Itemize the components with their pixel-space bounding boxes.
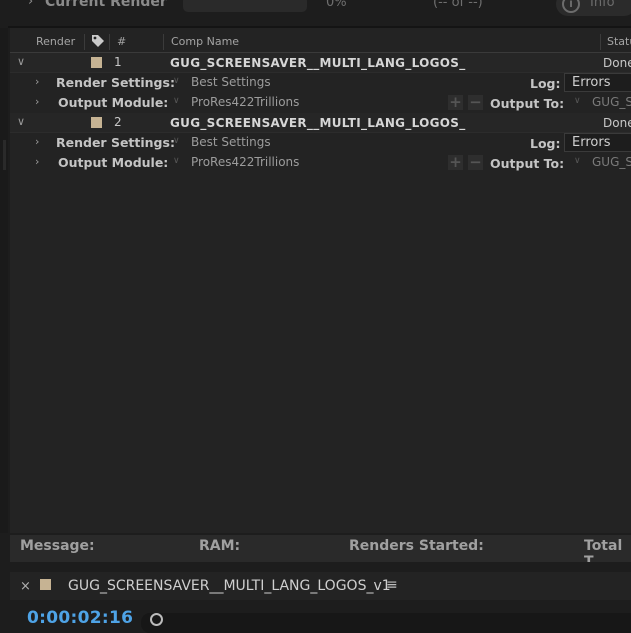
info-label: Info	[590, 0, 615, 10]
render-settings-label: Render Settings:	[56, 135, 175, 150]
expand-output-module-icon[interactable]: ›	[35, 155, 39, 168]
render-settings-value[interactable]: Best Settings	[191, 135, 271, 149]
render-settings-label: Render Settings:	[56, 75, 175, 90]
column-separator	[600, 34, 601, 50]
panel-menu-icon[interactable]: ≡	[386, 577, 398, 593]
render-of-count: (-- of --)	[433, 0, 483, 10]
search-icon	[150, 613, 163, 626]
column-separator	[163, 34, 164, 50]
comp-name[interactable]: GUG_SCREENSAVER__MULTI_LANG_LOGOS_	[170, 56, 466, 70]
render-progress-bar	[183, 0, 307, 12]
chevron-down-icon[interactable]: ∨	[574, 96, 581, 106]
column-separator	[84, 34, 85, 50]
timeline-search-input[interactable]	[141, 613, 631, 633]
log-label: Log:	[530, 136, 561, 151]
remove-output-module-button[interactable]: −	[468, 155, 483, 170]
column-number[interactable]: #	[117, 35, 126, 48]
output-to-path[interactable]: GUG_S	[592, 95, 631, 109]
queue-item[interactable]: ∨ 2 GUG_SCREENSAVER__MULTI_LANG_LOGOS_ D…	[10, 113, 631, 133]
output-module-label: Output Module:	[58, 155, 169, 170]
log-select[interactable]: Errors Only	[564, 133, 631, 167]
current-render-label: Current Render	[45, 0, 167, 10]
item-number: 2	[114, 115, 122, 129]
collapse-item-icon[interactable]: ∨	[17, 115, 25, 128]
timeline-tab-title[interactable]: GUG_SCREENSAVER__MULTI_LANG_LOGOS_v1	[68, 578, 391, 594]
render-settings-row: › Render Settings: ∨ Best Settings Log: …	[10, 133, 631, 167]
current-render-bar: › Current Render 0% (-- of --) i Info	[0, 0, 631, 26]
comp-name[interactable]: GUG_SCREENSAVER__MULTI_LANG_LOGOS_	[170, 116, 466, 130]
item-number: 1	[114, 55, 122, 69]
message-bar	[10, 535, 631, 562]
item-status: Done	[603, 116, 631, 130]
chevron-down-icon[interactable]: ∨	[574, 156, 581, 166]
queue-item[interactable]: ∨ 1 GUG_SCREENSAVER__MULTI_LANG_LOGOS_ D…	[10, 53, 631, 73]
render-settings-value[interactable]: Best Settings	[191, 75, 271, 89]
output-module-row: › Output Module: ∨ ProRes422Trillions + …	[10, 153, 631, 173]
ram-label: RAM:	[199, 538, 241, 554]
column-separator	[109, 34, 110, 50]
comp-label-swatch	[40, 579, 51, 590]
label-color-swatch[interactable]	[91, 117, 102, 128]
column-render[interactable]: Render	[36, 35, 75, 48]
label-color-swatch[interactable]	[91, 57, 102, 68]
queue-column-header: Render # Comp Name Status	[10, 32, 631, 53]
log-label: Log:	[530, 76, 561, 91]
add-output-module-button[interactable]: +	[448, 95, 463, 110]
expand-output-module-icon[interactable]: ›	[35, 95, 39, 108]
chevron-down-icon[interactable]: ∨	[173, 136, 180, 146]
output-module-value[interactable]: ProRes422Trillions	[191, 95, 299, 109]
render-settings-row: › Render Settings: ∨ Best Settings Log: …	[10, 73, 631, 107]
output-module-label: Output Module:	[58, 95, 169, 110]
chevron-down-icon[interactable]: ∨	[173, 76, 180, 86]
output-module-value[interactable]: ProRes422Trillions	[191, 155, 299, 169]
current-timecode[interactable]: 0:00:02:16	[27, 608, 133, 628]
expand-render-settings-icon[interactable]: ›	[35, 75, 39, 88]
message-label: Message:	[20, 538, 95, 554]
collapse-item-icon[interactable]: ∨	[17, 55, 25, 68]
add-output-module-button[interactable]: +	[448, 155, 463, 170]
output-to-label: Output To:	[490, 96, 565, 111]
item-status: Done	[603, 56, 631, 70]
chevron-down-icon[interactable]: ∨	[173, 96, 180, 106]
panel-resize-handle[interactable]	[3, 140, 6, 170]
column-comp-name[interactable]: Comp Name	[171, 35, 239, 48]
left-edge	[0, 28, 8, 533]
chevron-down-icon[interactable]: ∨	[173, 156, 180, 166]
label-tag-icon[interactable]	[90, 33, 106, 52]
remove-output-module-button[interactable]: −	[468, 95, 483, 110]
log-select[interactable]: Errors Only	[564, 73, 631, 107]
expand-current-render-icon[interactable]: ›	[28, 0, 33, 9]
column-status[interactable]: Status	[607, 35, 631, 48]
renders-started-label: Renders Started:	[349, 538, 484, 554]
expand-render-settings-icon[interactable]: ›	[35, 135, 39, 148]
close-tab-icon[interactable]: ×	[20, 579, 31, 594]
output-to-path[interactable]: GUG_S	[592, 155, 631, 169]
output-module-row: › Output Module: ∨ ProRes422Trillions + …	[10, 93, 631, 113]
output-to-label: Output To:	[490, 156, 565, 171]
render-percent: 0%	[326, 0, 347, 10]
